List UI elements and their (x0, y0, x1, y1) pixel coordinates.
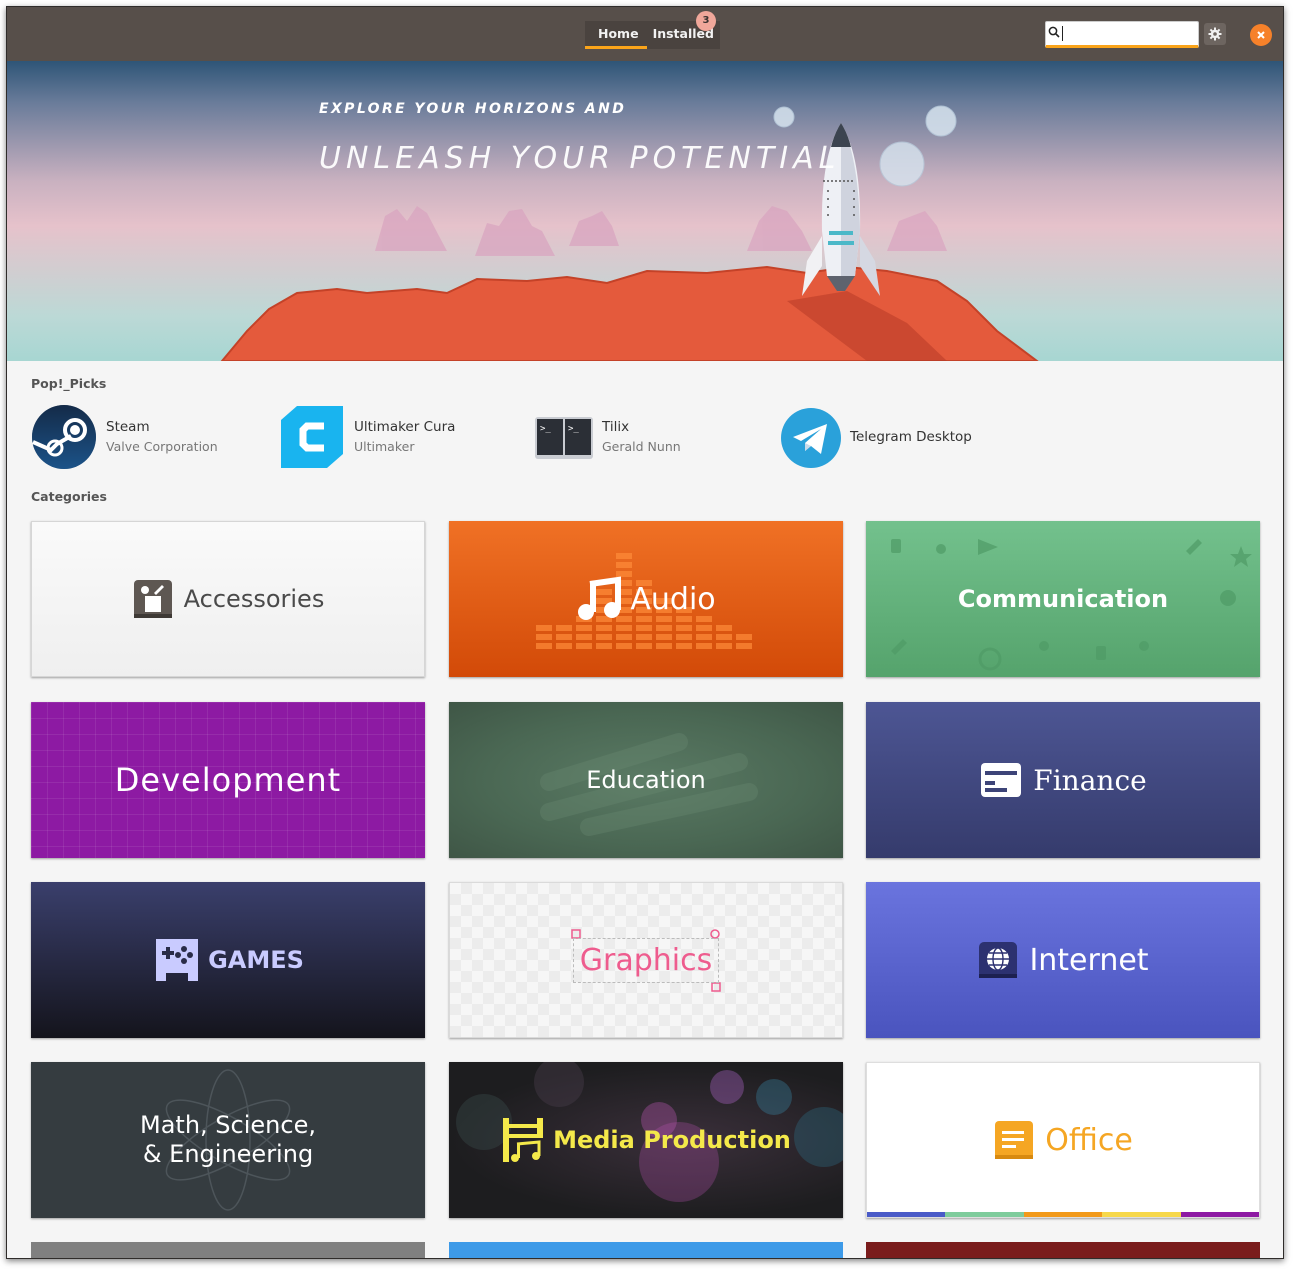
category-media-production[interactable]: Media Production (449, 1062, 843, 1218)
category-tile-partial[interactable] (866, 1242, 1260, 1258)
banner-illustration (220, 105, 1039, 361)
svg-text:>_: >_ (540, 424, 551, 434)
gear-icon (1208, 27, 1222, 41)
category-label-line2: & Engineering (142, 1140, 314, 1168)
pick-publisher: Ultimaker (354, 439, 415, 454)
category-label: Graphics (572, 937, 720, 983)
category-label: Development (114, 761, 342, 799)
category-label-wrap: GAMES (152, 935, 304, 985)
category-accessories[interactable]: Accessories (31, 521, 425, 677)
pick-name: Ultimaker Cura (354, 419, 456, 435)
category-office[interactable]: Office (866, 1062, 1260, 1218)
category-audio[interactable]: Audio (449, 521, 843, 677)
category-education[interactable]: Education (449, 702, 843, 858)
pick-name: Tilix (602, 419, 630, 435)
category-games[interactable]: GAMES (31, 882, 425, 1038)
category-label: Math, Science, (140, 1111, 316, 1139)
close-icon (1257, 31, 1265, 39)
category-label: Media Production (553, 1126, 791, 1154)
category-graphics[interactable]: Graphics (449, 882, 843, 1038)
category-label: Education (586, 766, 706, 794)
search-icon (1048, 26, 1060, 38)
pick-name: Steam (106, 419, 150, 435)
telegram-icon (781, 408, 841, 468)
categories-heading: Categories (31, 489, 107, 504)
pick-ultimaker-cura[interactable]: Ultimaker Cura Ultimaker (279, 403, 455, 471)
office-color-stripe (867, 1212, 1259, 1217)
cura-icon (281, 406, 343, 468)
pick-publisher: Valve Corporation (106, 439, 218, 454)
view-switcher: Home Installed 3 (585, 11, 720, 49)
search-input[interactable] (1062, 24, 1192, 43)
tab-home-label: Home (598, 26, 639, 41)
pick-steam[interactable]: Steam Valve Corporation (31, 403, 218, 471)
tilix-icon: >_ >_ (535, 417, 593, 459)
music-note-icon (578, 576, 622, 620)
category-tile-partial[interactable] (31, 1242, 425, 1258)
category-label-wrap: Accessories (132, 578, 325, 620)
gamepad-icon (156, 939, 199, 981)
hero-banner[interactable]: EXPLORE YOUR HORIZONS AND UNLEASH YOUR P… (7, 61, 1283, 361)
credit-card-icon (981, 763, 1022, 797)
svg-text:>_: >_ (568, 424, 579, 434)
category-label: Communication (957, 585, 1169, 613)
picks-heading: Pop!_Picks (31, 376, 107, 391)
category-internet[interactable]: Internet (866, 882, 1260, 1038)
document-icon (995, 1121, 1034, 1159)
close-button[interactable] (1250, 24, 1272, 46)
category-finance[interactable]: Finance (866, 702, 1260, 858)
pick-name: Telegram Desktop (850, 429, 972, 445)
category-label-wrap: Media Production (501, 1116, 791, 1164)
category-label-wrap: Internet (977, 940, 1149, 980)
settings-button[interactable] (1204, 23, 1226, 45)
category-label: Audio (630, 581, 716, 617)
category-label: Accessories (183, 585, 325, 613)
app-window: Home Installed 3 EXPLORE YOUR HORIZONS A… (6, 6, 1284, 1259)
category-label-wrap: Finance (979, 761, 1147, 799)
globe-icon (979, 942, 1018, 978)
banner-tagline: EXPLORE YOUR HORIZONS AND (319, 101, 627, 117)
category-label: GAMES (208, 946, 304, 974)
category-tile-partial[interactable] (449, 1242, 843, 1258)
banner-headline: UNLEASH YOUR POTENTIAL (319, 141, 841, 176)
category-label: Internet (1029, 942, 1149, 978)
category-communication[interactable]: Communication (866, 521, 1260, 677)
category-label-wrap: Math, Science, & Engineering (140, 1111, 316, 1169)
category-label-wrap: Audio (576, 576, 716, 622)
category-label: Office (1045, 1122, 1133, 1158)
tab-home[interactable]: Home (585, 21, 647, 49)
pick-tilix[interactable]: >_ >_ Tilix Gerald Nunn (527, 403, 681, 471)
category-math-science-engineering[interactable]: Math, Science, & Engineering (31, 1062, 425, 1218)
pick-publisher: Gerald Nunn (602, 439, 681, 454)
category-label: Finance (1033, 763, 1147, 797)
accessories-icon (133, 580, 172, 618)
search-field[interactable] (1045, 21, 1199, 48)
pick-telegram[interactable]: Telegram Desktop (775, 403, 972, 471)
category-development[interactable]: Development (31, 702, 425, 858)
film-music-icon (503, 1118, 544, 1162)
header-bar: Home Installed 3 (7, 7, 1283, 61)
steam-icon (32, 405, 96, 469)
updates-badge: 3 (696, 11, 716, 31)
category-label-wrap: Office (993, 1119, 1133, 1161)
